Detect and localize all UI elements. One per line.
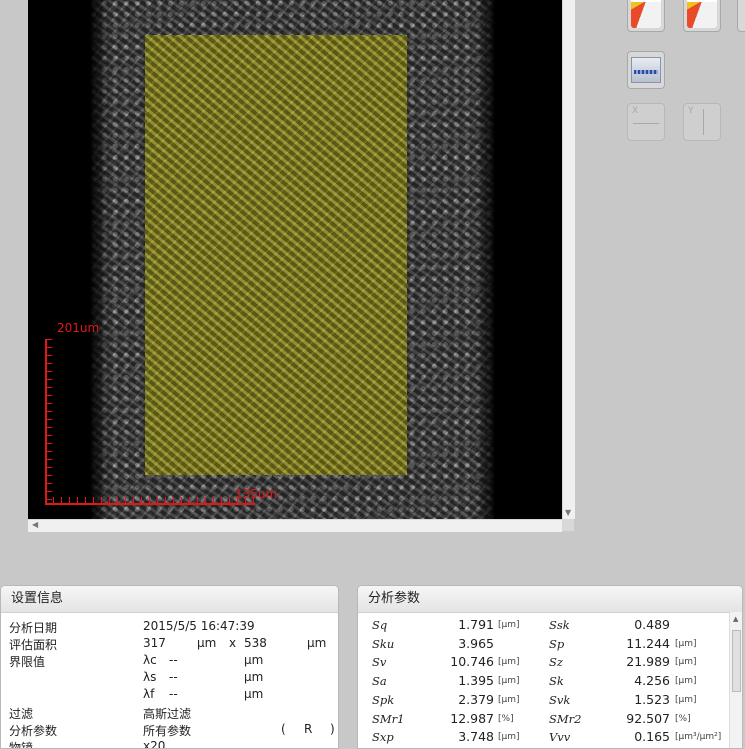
param-value: 0.165	[634, 729, 670, 745]
param-value: 4.256	[634, 673, 670, 689]
param-name: Sk	[549, 674, 564, 689]
x-profile-icon	[633, 123, 659, 124]
param-name: Sz	[549, 655, 563, 670]
lambda-s-value: --	[169, 670, 178, 684]
paren-close: )	[330, 722, 335, 736]
settings-info-panel: 设置信息 分析日期 2015/5/5 16:47:39 评估面积 317 μm …	[0, 585, 339, 749]
analysis-params-label: 分析参数	[9, 724, 58, 738]
param-value: 3.748	[458, 729, 494, 745]
lambda-c-unit: μm	[244, 653, 264, 667]
scroll-up-icon[interactable]: ▲	[733, 615, 738, 623]
param-name: SMr1	[372, 711, 405, 726]
lambda-f-value: --	[169, 687, 178, 701]
param-value: 1.395	[458, 673, 494, 689]
cutoff-label: 界限值	[9, 655, 46, 669]
scale-ticks-x	[45, 497, 255, 504]
param-value: 11.244	[626, 635, 670, 651]
param-value: 21.989	[626, 654, 670, 670]
scale-ticks-y	[45, 339, 52, 505]
extra-view-button[interactable]	[737, 0, 745, 32]
param-unit: [μm]	[498, 676, 520, 687]
surface-image[interactable]: 201um 135um	[28, 0, 562, 519]
3d-height-view-button[interactable]	[683, 0, 721, 32]
scroll-corner	[562, 519, 574, 531]
eval-area-times: x	[229, 636, 237, 650]
param-name: Svk	[549, 692, 571, 707]
param-unit: [μm]	[498, 694, 520, 705]
lambda-c-symbol: λc	[143, 653, 157, 667]
eval-area-height-unit: μm	[307, 636, 327, 650]
param-unit: [μm]	[675, 638, 697, 649]
lambda-s-unit: μm	[244, 670, 264, 684]
y-profile-button[interactable]: Y	[683, 103, 721, 141]
eval-area-label: 评估面积	[9, 638, 58, 652]
param-name: Sv	[372, 655, 387, 670]
lambda-f-symbol: λf	[143, 687, 155, 701]
param-value: 12.987	[450, 710, 494, 726]
param-value: 0.489	[634, 617, 670, 632]
scroll-left-icon[interactable]: ◀	[32, 520, 38, 529]
profile-icon	[631, 57, 661, 83]
analysis-params-panel: 分析参数 Sq 1.791 [μm] Sku 3.965 Sv 10.746 [μm] Sa 1.…	[357, 585, 743, 749]
x-profile-button[interactable]: X	[627, 103, 665, 141]
param-value: 92.507	[626, 710, 670, 726]
params-scrollbar[interactable]: ▲	[729, 612, 742, 748]
y-profile-icon	[703, 109, 704, 135]
param-unit: [μm]	[498, 732, 520, 743]
filter-value: 高斯过滤	[143, 707, 192, 721]
param-name: Sp	[549, 636, 565, 651]
lambda-s-symbol: λs	[143, 670, 157, 684]
viewer-vertical-scrollbar[interactable]: ▼	[562, 0, 575, 519]
3d-view-color-icon	[631, 0, 661, 28]
param-name: Ssk	[549, 618, 570, 632]
param-value: 2.379	[458, 691, 494, 707]
analysis-date-label: 分析日期	[9, 621, 58, 635]
param-unit: [μm]	[675, 676, 697, 687]
profile-view-button[interactable]	[627, 51, 665, 89]
param-unit: [%]	[498, 713, 514, 724]
settings-panel-title: 设置信息	[1, 586, 338, 613]
filter-label: 过滤	[9, 707, 34, 721]
param-name: Sku	[372, 636, 395, 651]
scale-y-label: 201um	[57, 321, 100, 335]
evaluation-area-overlay[interactable]	[145, 35, 407, 475]
scroll-down-icon[interactable]: ▼	[565, 508, 571, 517]
objective-label: 物镜	[9, 741, 34, 749]
eval-area-height: 538	[244, 636, 267, 650]
param-name: Sq	[372, 618, 388, 632]
eval-area-width: 317	[143, 636, 166, 650]
params-scroll-thumb[interactable]	[732, 630, 741, 692]
3d-view-height-icon	[687, 0, 717, 28]
param-name: Vvv	[549, 730, 571, 745]
eval-area-width-unit: μm	[197, 636, 217, 650]
lambda-f-unit: μm	[244, 687, 264, 701]
analysis-params-value: 所有参数	[143, 724, 192, 738]
param-unit: [μm]	[675, 694, 697, 705]
image-viewer: 201um 135um ▼ ◀	[0, 0, 575, 532]
param-unit: [μm]	[498, 657, 520, 668]
roughness-type: R	[304, 722, 313, 736]
3d-color-view-button[interactable]	[627, 0, 665, 32]
param-unit: [%]	[675, 713, 691, 724]
params-panel-title: 分析参数	[358, 586, 742, 613]
viewer-horizontal-scrollbar[interactable]: ◀	[28, 519, 562, 532]
param-name: Sxp	[372, 730, 394, 745]
param-value: 3.965	[458, 635, 494, 651]
lambda-c-value: --	[169, 653, 178, 667]
param-unit: [μm]	[675, 657, 697, 668]
param-value: 1.523	[634, 691, 670, 707]
param-unit: [μm]	[498, 620, 520, 630]
param-name: Spk	[372, 692, 395, 707]
param-name: Sa	[372, 674, 387, 689]
objective-value: x20	[143, 739, 166, 749]
param-value: 10.746	[450, 654, 494, 670]
param-value: 1.791	[458, 617, 494, 632]
paren-open: (	[281, 722, 286, 736]
analysis-date-value: 2015/5/5 16:47:39	[143, 619, 255, 633]
param-unit: [μm³/μm²]	[675, 732, 722, 743]
param-name: SMr2	[549, 711, 582, 726]
